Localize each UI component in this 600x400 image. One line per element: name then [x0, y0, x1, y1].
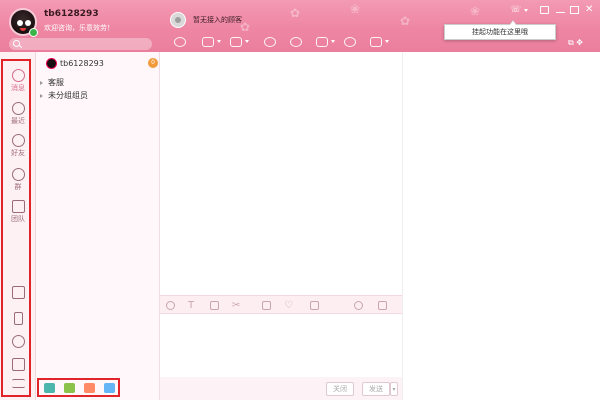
- self-name: tb6128293: [60, 59, 104, 68]
- emoji-face-icon[interactable]: [174, 37, 186, 47]
- app-icon[interactable]: [64, 383, 75, 393]
- transfer-icon[interactable]: [202, 37, 214, 47]
- phone-icon[interactable]: ☏: [510, 5, 521, 15]
- chat-footer: 关闭 发送 ▾: [160, 377, 402, 400]
- emoji-icon[interactable]: [166, 301, 175, 310]
- chevron-down-icon[interactable]: [385, 40, 389, 43]
- input-toolbar: T ✂ ♡: [160, 295, 402, 314]
- shop-app-icon[interactable]: [84, 383, 95, 393]
- contact-avatar: [170, 12, 186, 28]
- contact-list: tb6128293 0 客服 未分组组员: [36, 52, 160, 400]
- chevron-right-icon: [40, 93, 43, 98]
- chat-history-icon[interactable]: [290, 37, 302, 47]
- chevron-down-icon[interactable]: [245, 40, 249, 43]
- user-signature[interactable]: 欢迎咨询，乐意效劳！: [44, 23, 114, 33]
- video-icon[interactable]: [230, 37, 242, 47]
- group-label: 客服: [48, 78, 64, 87]
- self-avatar: [46, 58, 57, 69]
- right-tools-icon[interactable]: ⧉ ✥: [568, 38, 583, 48]
- add-user-icon[interactable]: [264, 37, 276, 47]
- minimize-icon[interactable]: [556, 12, 565, 14]
- unread-badge: 0: [148, 58, 158, 68]
- chevron-down-icon[interactable]: [217, 40, 221, 43]
- coupon-icon[interactable]: [310, 301, 319, 310]
- group-customer-service[interactable]: 客服: [40, 77, 64, 88]
- pin-icon[interactable]: [540, 6, 549, 14]
- group-label: 未分组组员: [48, 91, 88, 100]
- chevron-down-icon[interactable]: [524, 9, 528, 12]
- heart-icon[interactable]: ♡: [284, 301, 293, 311]
- remark-icon[interactable]: [316, 37, 328, 47]
- right-panel: [402, 52, 600, 400]
- suspend-tooltip: 挂起功能在这里哦: [444, 20, 556, 40]
- contact-status: 暂无接入的顾客: [193, 16, 242, 24]
- online-status-icon[interactable]: [29, 28, 38, 37]
- shop-icon[interactable]: [370, 37, 382, 47]
- avatar-eye: [17, 20, 23, 26]
- search-icon: [13, 40, 20, 47]
- quick-reply-icon[interactable]: [378, 301, 387, 310]
- bottom-apps-highlight: [37, 378, 120, 397]
- group-ungrouped-members[interactable]: 未分组组员: [40, 90, 88, 101]
- font-icon[interactable]: T: [188, 301, 197, 311]
- shake-icon[interactable]: [262, 301, 271, 310]
- avatar-mouth: [20, 28, 26, 31]
- flag-icon[interactable]: [344, 37, 356, 47]
- close-button[interactable]: 关闭: [326, 382, 354, 396]
- avatar-eye: [25, 20, 31, 26]
- screenshot-icon[interactable]: ✂: [232, 301, 241, 311]
- chevron-down-icon[interactable]: [331, 40, 335, 43]
- title-bar: ✿ ❀ ✿ ❀ ✿ tb6128293 欢迎咨询，乐意效劳！ 暂无接入的顾客 ☏…: [0, 0, 600, 52]
- app-icon[interactable]: [104, 383, 115, 393]
- maximize-icon[interactable]: [570, 6, 579, 14]
- nav-highlight-box: [1, 59, 31, 397]
- search-box[interactable]: [9, 38, 152, 50]
- image-icon[interactable]: [210, 301, 219, 310]
- user-name: tb6128293: [44, 9, 99, 19]
- app-icon[interactable]: [44, 383, 55, 393]
- close-icon[interactable]: ✕: [585, 5, 594, 15]
- self-contact-row[interactable]: tb6128293 0: [46, 58, 158, 70]
- send-button[interactable]: 发送: [362, 382, 390, 396]
- chevron-right-icon: [40, 80, 43, 85]
- send-options-button[interactable]: ▾: [390, 382, 398, 396]
- chat-history: [160, 52, 402, 295]
- message-input[interactable]: [160, 314, 402, 377]
- history-icon[interactable]: [354, 301, 363, 310]
